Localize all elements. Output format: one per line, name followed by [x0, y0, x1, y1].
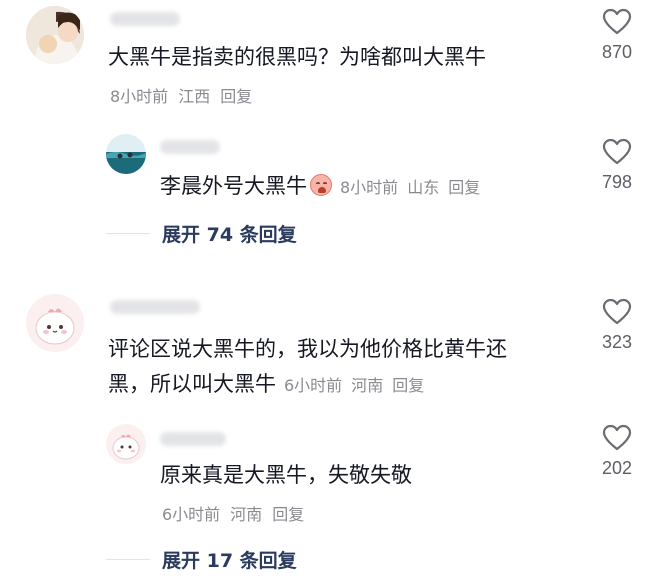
avatar-image	[106, 424, 146, 464]
reply-button[interactable]: 回复	[272, 505, 304, 524]
avatar-image	[106, 134, 146, 174]
comment-location: 河南	[351, 376, 384, 395]
like-count: 870	[601, 42, 633, 62]
reply-time: 8小时前	[340, 178, 399, 197]
comment-text: 大黑牛是指卖的很黑吗？为啥都叫大黑牛	[108, 45, 486, 69]
reply-button[interactable]: 回复	[392, 376, 424, 395]
comment-time: 8小时前	[110, 87, 169, 106]
username-blurred	[110, 12, 180, 26]
like-button[interactable]: 202	[592, 424, 642, 479]
reply-button[interactable]: 回复	[220, 87, 252, 106]
reply-button[interactable]: 回复	[448, 178, 480, 197]
crying-face-emoji-icon	[310, 174, 332, 196]
comment-text-line1: 评论区说大黑牛的，我以为他价格比黄牛还	[108, 337, 507, 361]
avatar-user-1[interactable]	[26, 6, 84, 64]
like-button[interactable]: 870	[592, 8, 642, 63]
comment-text-line2-content: 黑，所以叫大黑牛	[108, 372, 276, 396]
reply-text: 李晨外号大黑牛 8小时前 山东 回复	[160, 171, 489, 203]
heart-outline-icon	[602, 8, 632, 35]
avatar-image	[26, 294, 84, 352]
like-button[interactable]: 323	[592, 298, 642, 353]
avatar-user-reply-2[interactable]	[106, 424, 146, 464]
like-count: 323	[601, 332, 633, 352]
avatar-user-2[interactable]	[26, 294, 84, 352]
username-blurred	[160, 432, 226, 446]
username-blurred	[160, 140, 220, 154]
like-button[interactable]: 798	[592, 138, 642, 193]
heart-outline-icon	[602, 138, 632, 165]
reply-location: 山东	[407, 178, 440, 197]
comment-meta: 6小时前 河南 回复	[284, 376, 433, 395]
reply-time: 6小时前	[162, 505, 221, 524]
avatar-image	[26, 6, 84, 64]
like-count: 798	[601, 172, 633, 192]
heart-outline-icon	[602, 424, 632, 451]
avatar-user-reply-1[interactable]	[106, 134, 146, 174]
comment-time: 6小时前	[284, 376, 343, 395]
like-count: 202	[601, 458, 633, 478]
heart-outline-icon	[602, 298, 632, 325]
reply-text: 原来真是大黑牛，失敬失敬	[160, 463, 412, 487]
expand-replies[interactable]: 展开 74 条回复	[106, 220, 297, 247]
reply-meta: 8小时前 山东 回复	[340, 178, 489, 197]
divider-line	[106, 233, 150, 234]
comment-meta: 8小时前 江西 回复	[110, 86, 262, 108]
expand-replies-label[interactable]: 展开 74 条回复	[162, 220, 297, 247]
username-blurred	[110, 300, 200, 314]
divider-line	[106, 559, 150, 560]
reply-content: 李晨外号大黑牛	[160, 174, 307, 198]
reply-meta: 6小时前 河南 回复	[162, 504, 314, 526]
expand-replies-label[interactable]: 展开 17 条回复	[162, 546, 297, 573]
expand-replies[interactable]: 展开 17 条回复	[106, 546, 297, 573]
comment-text-line2: 黑，所以叫大黑牛 6小时前 河南 回复	[108, 369, 433, 401]
reply-location: 河南	[230, 505, 263, 524]
comment-location: 江西	[178, 87, 211, 106]
